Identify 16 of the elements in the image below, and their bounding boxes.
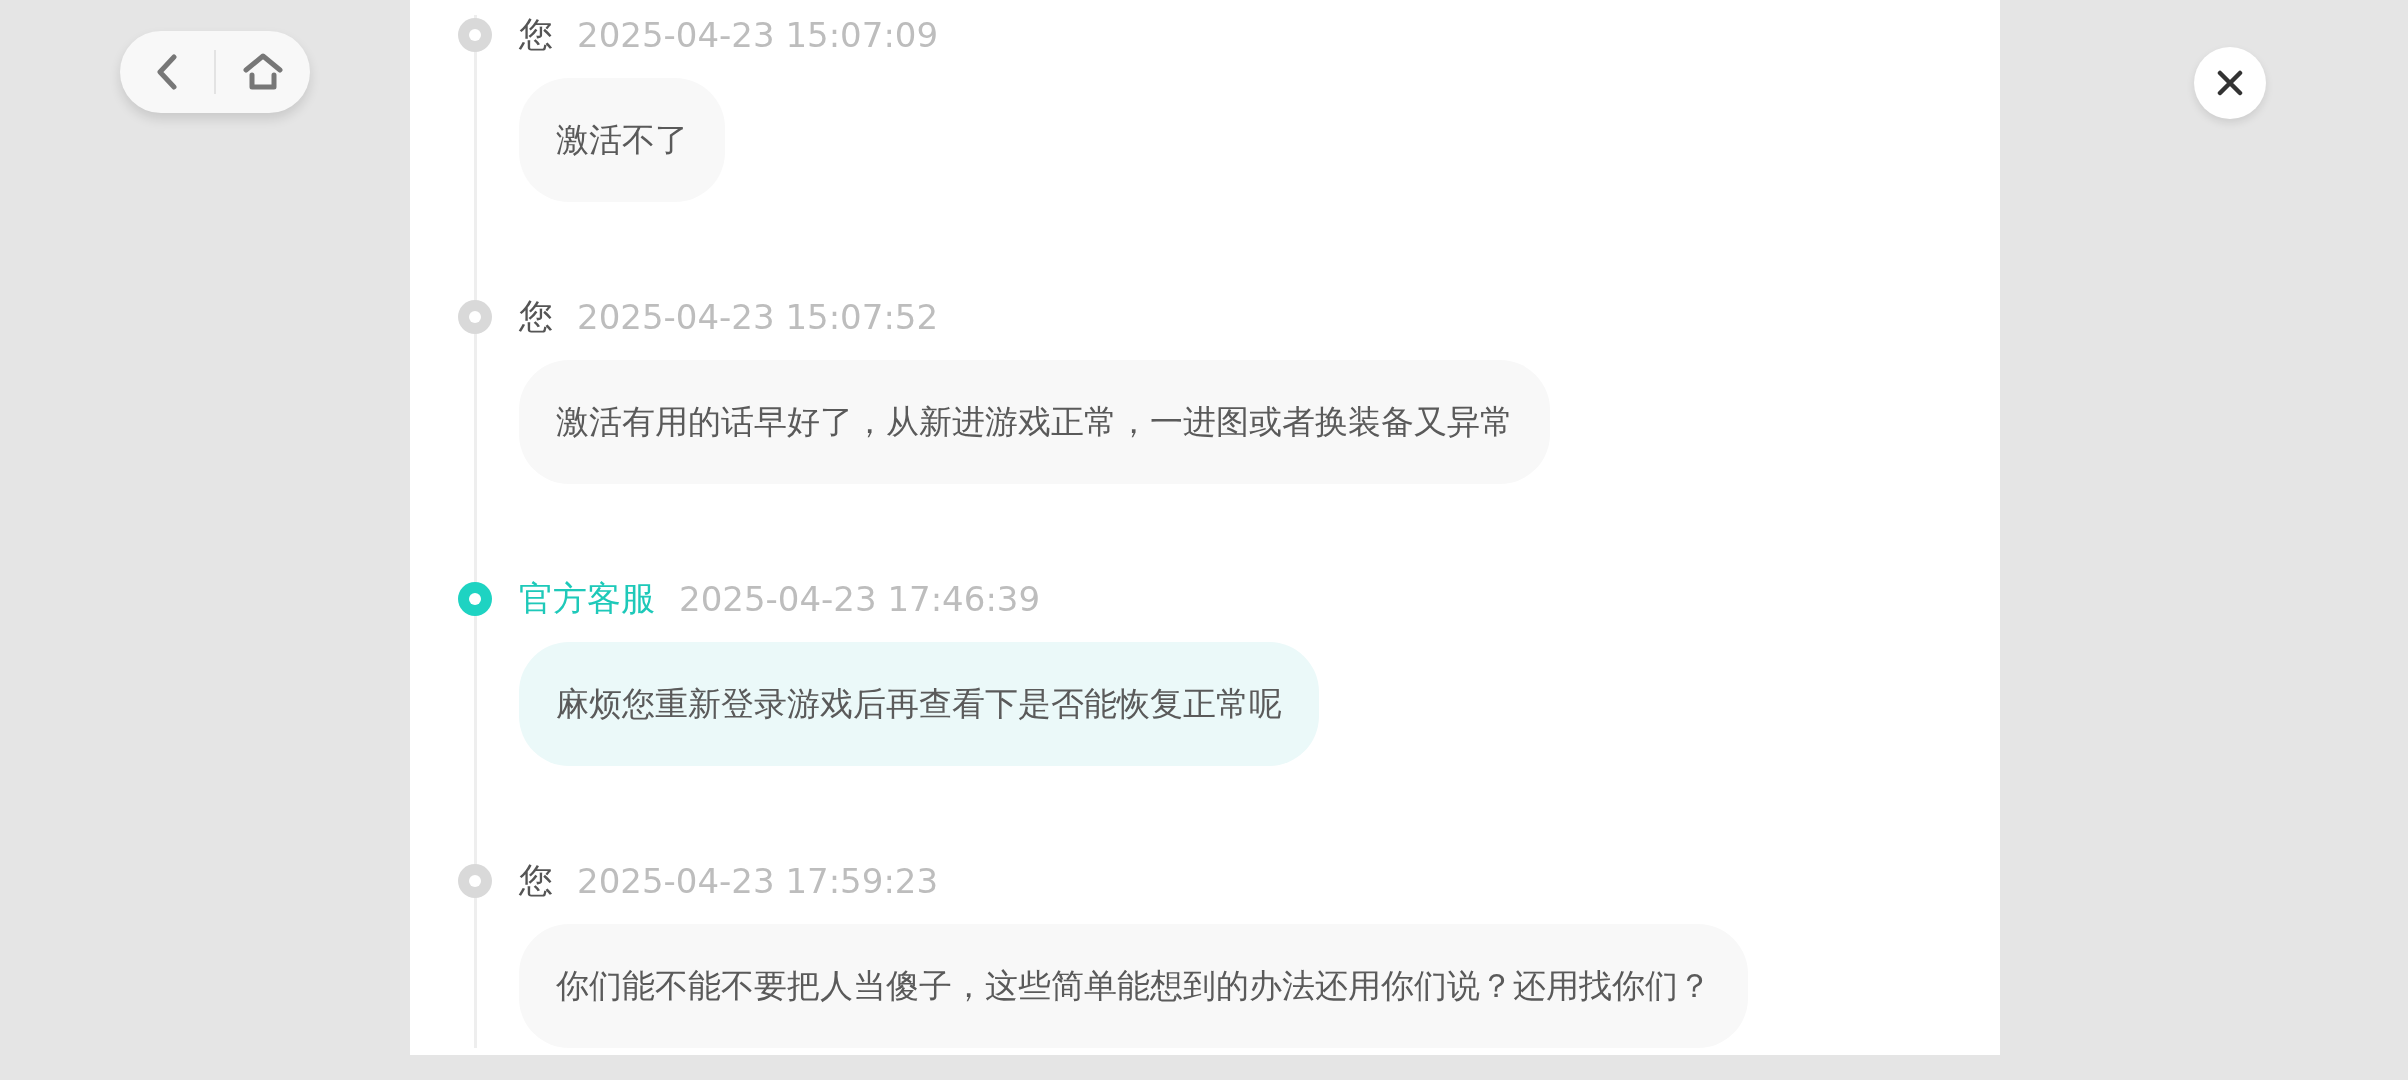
sender-name: 官方客服	[519, 577, 655, 620]
message-time: 2025-04-23 17:46:39	[679, 579, 1041, 619]
sender-name: 您	[519, 859, 553, 902]
message-time: 2025-04-23 17:59:23	[577, 861, 939, 901]
message-time: 2025-04-23 15:07:52	[577, 297, 939, 337]
message-time: 2025-04-23 15:07:09	[577, 15, 939, 55]
message-bubble: 激活有用的话早好了，从新进游戏正常，一进图或者换装备又异常	[519, 360, 1550, 484]
sender-name: 您	[519, 13, 553, 56]
home-icon	[243, 53, 283, 91]
message-bubble: 激活不了	[519, 78, 725, 202]
back-icon	[156, 54, 178, 90]
message-bubble: 麻烦您重新登录游戏后再查看下是否能恢复正常呢	[519, 642, 1319, 766]
close-button[interactable]	[2194, 47, 2266, 119]
sender-name: 您	[519, 295, 553, 338]
message-bubble: 你们能不能不要把人当傻子，这些简单能想到的办法还用你们说？还用找你们？	[519, 924, 1748, 1048]
close-icon	[2217, 70, 2243, 96]
